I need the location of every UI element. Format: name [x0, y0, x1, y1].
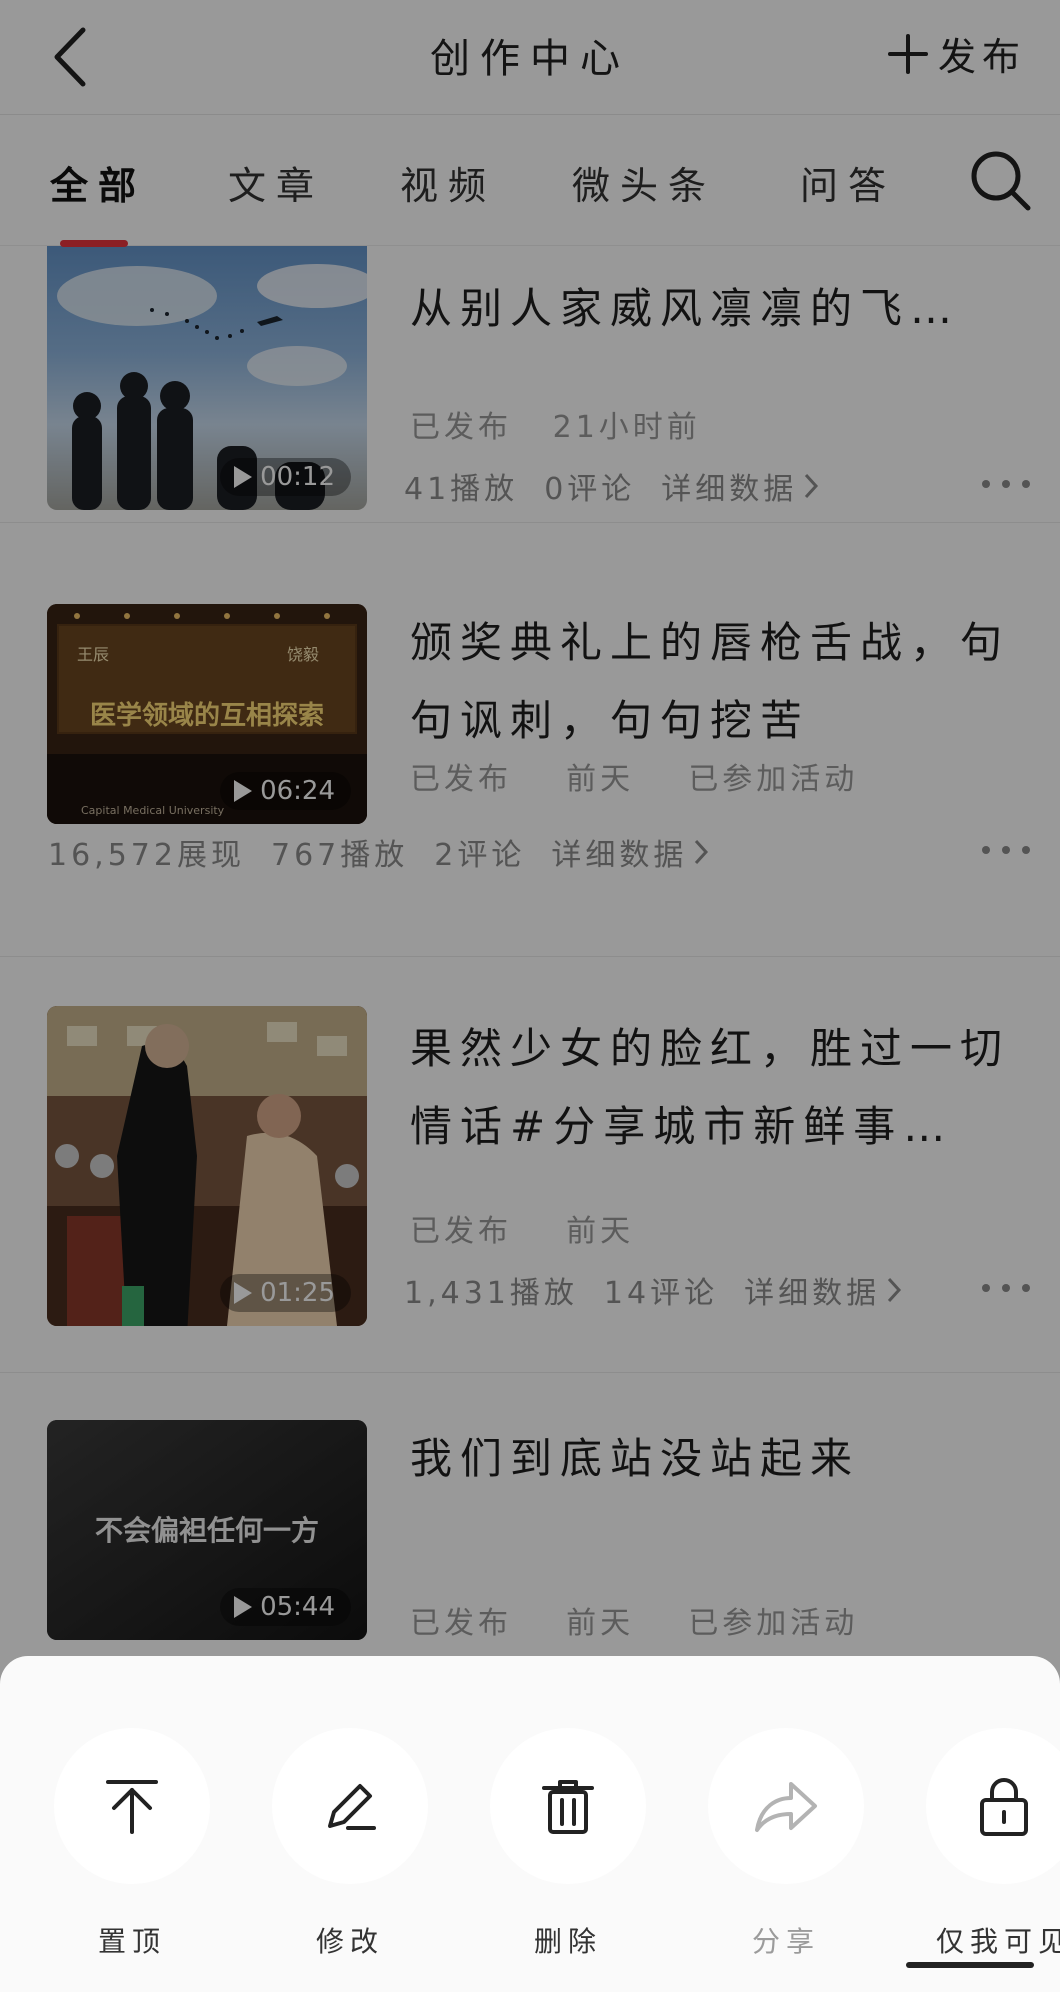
delete-button[interactable]: 删除	[488, 1728, 648, 1960]
pin-top-circle	[54, 1728, 210, 1884]
private-label: 仅我可见	[935, 1925, 1060, 1958]
edit-circle	[272, 1728, 428, 1884]
lock-icon	[980, 1778, 1028, 1836]
private-visibility-button[interactable]: 仅我可见	[924, 1728, 1060, 1960]
pin-top-label: 置顶	[97, 1925, 166, 1958]
share-arrow-icon	[755, 1782, 817, 1832]
private-circle	[926, 1728, 1060, 1884]
action-sheet: 置顶 修改 删除 分享 仅我可见	[0, 1656, 1060, 1992]
pin-top-button[interactable]: 置顶	[52, 1728, 212, 1960]
edit-button[interactable]: 修改	[270, 1728, 430, 1960]
creator-center-page: 创作中心 发布 全部 文章 视频 微头条 问答 00:12 从别人家威风凛凛的飞…	[0, 0, 1060, 1992]
edit-label: 修改	[315, 1925, 384, 1958]
edit-pen-icon	[328, 1784, 376, 1830]
share-circle	[708, 1728, 864, 1884]
pin-top-icon	[106, 1780, 158, 1834]
share-button[interactable]: 分享	[706, 1728, 866, 1960]
delete-label: 删除	[533, 1925, 602, 1958]
delete-circle	[490, 1728, 646, 1884]
share-label: 分享	[751, 1925, 820, 1958]
trash-icon	[542, 1780, 594, 1834]
home-indicator[interactable]	[906, 1962, 1034, 1968]
